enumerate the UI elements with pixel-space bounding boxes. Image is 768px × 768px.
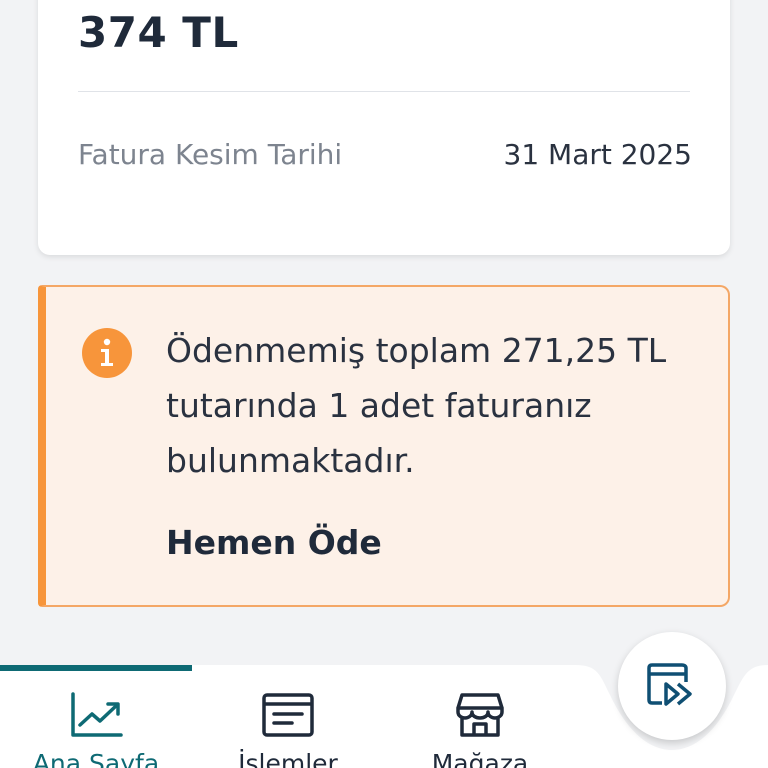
nav-label-home: Ana Sayfa xyxy=(32,749,160,768)
nav-label-transactions: İşlemler xyxy=(238,749,338,768)
info-icon xyxy=(82,328,132,378)
notice-message: Ödenmemiş toplam 271,25 TL tutarında 1 a… xyxy=(166,331,667,480)
divider xyxy=(78,91,690,92)
receipt-icon xyxy=(262,693,314,737)
unpaid-bill-notice: Ödenmemiş toplam 271,25 TL tutarında 1 a… xyxy=(38,285,730,607)
bill-summary-card: 374 TL Fatura Kesim Tarihi 31 Mart 2025 xyxy=(38,0,730,255)
nav-item-store[interactable]: Mağaza xyxy=(384,665,576,768)
nav-label-store: Mağaza xyxy=(431,749,529,768)
chart-trend-icon xyxy=(71,692,123,737)
nav-item-transactions[interactable]: İşlemler xyxy=(192,665,384,768)
bill-date-value: 31 Mart 2025 xyxy=(503,138,693,171)
fast-forward-window-icon xyxy=(647,663,692,706)
bill-date-label: Fatura Kesim Tarihi xyxy=(78,138,343,171)
nav-item-home[interactable]: Ana Sayfa xyxy=(0,665,192,768)
fast-action-button[interactable] xyxy=(618,632,726,740)
store-icon xyxy=(456,693,504,737)
bill-amount: 374 TL xyxy=(78,8,239,57)
pay-now-link[interactable]: Hemen Öde xyxy=(166,523,382,562)
